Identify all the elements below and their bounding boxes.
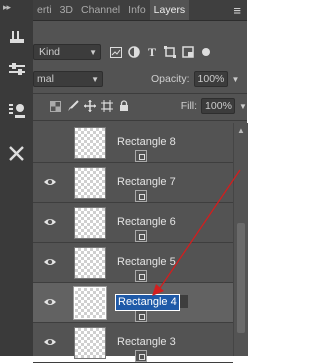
paragraph-tool-icon[interactable] bbox=[6, 100, 28, 122]
visibility-eye-icon[interactable] bbox=[44, 295, 56, 309]
visibility-eye-icon[interactable] bbox=[44, 255, 56, 269]
filter-kind-select[interactable]: Kind ▼ bbox=[33, 44, 101, 60]
tab-info[interactable]: Info bbox=[124, 0, 150, 20]
lock-row: Fill: 100% ▼ bbox=[33, 97, 247, 115]
opacity-label: Opacity: bbox=[151, 73, 190, 85]
tab-channels[interactable]: Channel bbox=[77, 0, 124, 20]
layer-name-rename-input[interactable]: Rectangle 4 bbox=[115, 294, 180, 311]
layer-name[interactable]: Rectangle 7 bbox=[117, 176, 176, 188]
tools-wrench-icon[interactable] bbox=[6, 142, 28, 164]
divider bbox=[33, 120, 247, 121]
filter-kind-label: Kind bbox=[39, 46, 61, 58]
opacity-input[interactable]: 100% bbox=[193, 71, 228, 87]
blend-mode-select[interactable]: mal ▼ bbox=[33, 71, 103, 87]
layer-thumbnail[interactable] bbox=[74, 167, 147, 202]
chevron-down-icon[interactable]: ▼ bbox=[232, 75, 240, 84]
layer-thumbnail[interactable] bbox=[74, 207, 147, 242]
smart-object-filter-icon[interactable] bbox=[179, 44, 197, 60]
layers-panel: erti 3D Channel Info Layers ≡ Kind ▼ T m… bbox=[33, 0, 248, 363]
layer-name[interactable]: Rectangle 8 bbox=[117, 136, 176, 148]
lock-artboard-icon[interactable] bbox=[98, 98, 115, 114]
type-filter-icon[interactable]: T bbox=[143, 44, 161, 60]
layer-row[interactable]: Rectangle 7 bbox=[33, 163, 233, 203]
scrollbar-thumb[interactable] bbox=[237, 223, 245, 333]
lock-pixels-brush-icon[interactable] bbox=[64, 98, 81, 114]
layer-name[interactable]: Rectangle 5 bbox=[117, 256, 176, 268]
fill-value: 100% bbox=[205, 100, 232, 112]
opacity-value: 100% bbox=[197, 73, 225, 85]
layer-row[interactable]: Rectangle 3 bbox=[33, 323, 233, 363]
scroll-up-icon[interactable]: ▲ bbox=[237, 126, 245, 135]
vector-mask-icon bbox=[135, 270, 147, 282]
lock-all-icon[interactable] bbox=[116, 98, 133, 114]
vector-mask-icon bbox=[135, 310, 147, 322]
layer-thumbnail[interactable] bbox=[74, 247, 147, 282]
tool-strip: ▸▸ bbox=[0, 0, 34, 356]
fill-label: Fill: bbox=[180, 100, 198, 112]
visibility-eye-icon[interactable] bbox=[44, 175, 56, 189]
layer-name[interactable]: Rectangle 3 bbox=[117, 336, 176, 348]
layer-row-selected[interactable]: Rectangle 4 bbox=[33, 283, 233, 323]
shape-filter-icon[interactable] bbox=[161, 44, 179, 60]
chevron-down-icon: ▼ bbox=[91, 74, 99, 84]
lock-transparency-icon[interactable] bbox=[47, 98, 64, 114]
vector-mask-icon bbox=[135, 190, 147, 202]
lock-position-move-icon[interactable] bbox=[81, 98, 98, 114]
panel-menu-icon[interactable]: ≡ bbox=[233, 3, 241, 18]
vector-mask-icon bbox=[135, 230, 147, 242]
layer-row[interactable]: Rectangle 5 bbox=[33, 243, 233, 283]
layers-list: Rectangle 8 Rectangle 7 Rectangle 6 Rect… bbox=[33, 123, 233, 363]
fill-input[interactable]: 100% bbox=[201, 98, 236, 114]
vector-mask-icon bbox=[135, 150, 147, 162]
layer-thumbnail[interactable] bbox=[74, 327, 147, 362]
tab-properties[interactable]: erti bbox=[33, 0, 56, 20]
layer-row[interactable]: Rectangle 8 bbox=[33, 123, 233, 163]
chevron-down-icon: ▼ bbox=[89, 47, 97, 57]
tab-3d[interactable]: 3D bbox=[56, 0, 77, 20]
blend-row: mal ▼ Opacity: 100% ▼ bbox=[33, 70, 247, 88]
photoshop-window: ▸▸ erti 3D Channel Info Layers ≡ Kind ▼ bbox=[0, 0, 248, 363]
adjustment-filter-icon[interactable] bbox=[125, 44, 143, 60]
filter-toggle-icon[interactable] bbox=[197, 44, 215, 60]
panel-tab-bar: erti 3D Channel Info Layers ≡ bbox=[33, 0, 247, 21]
tab-layers[interactable]: Layers bbox=[149, 0, 190, 20]
chevron-down-icon[interactable]: ▼ bbox=[239, 102, 247, 111]
visibility-eye-icon[interactable] bbox=[44, 335, 56, 349]
layer-thumbnail[interactable] bbox=[74, 127, 147, 162]
vector-mask-icon bbox=[135, 350, 147, 362]
layer-thumbnail[interactable] bbox=[73, 286, 147, 322]
blend-mode-label: mal bbox=[37, 73, 54, 85]
collapse-panels-icon[interactable]: ▸▸ bbox=[3, 2, 11, 13]
sliders-tool-icon[interactable] bbox=[6, 58, 28, 80]
layers-scrollbar[interactable]: ▲ bbox=[233, 123, 248, 356]
adjust-tool-icon[interactable] bbox=[6, 26, 28, 48]
divider bbox=[33, 93, 247, 94]
visibility-eye-icon[interactable] bbox=[44, 215, 56, 229]
layer-name[interactable]: Rectangle 6 bbox=[117, 216, 176, 228]
layer-row[interactable]: Rectangle 6 bbox=[33, 203, 233, 243]
pixel-filter-icon[interactable] bbox=[107, 44, 125, 60]
filter-row: Kind ▼ T bbox=[33, 43, 247, 61]
